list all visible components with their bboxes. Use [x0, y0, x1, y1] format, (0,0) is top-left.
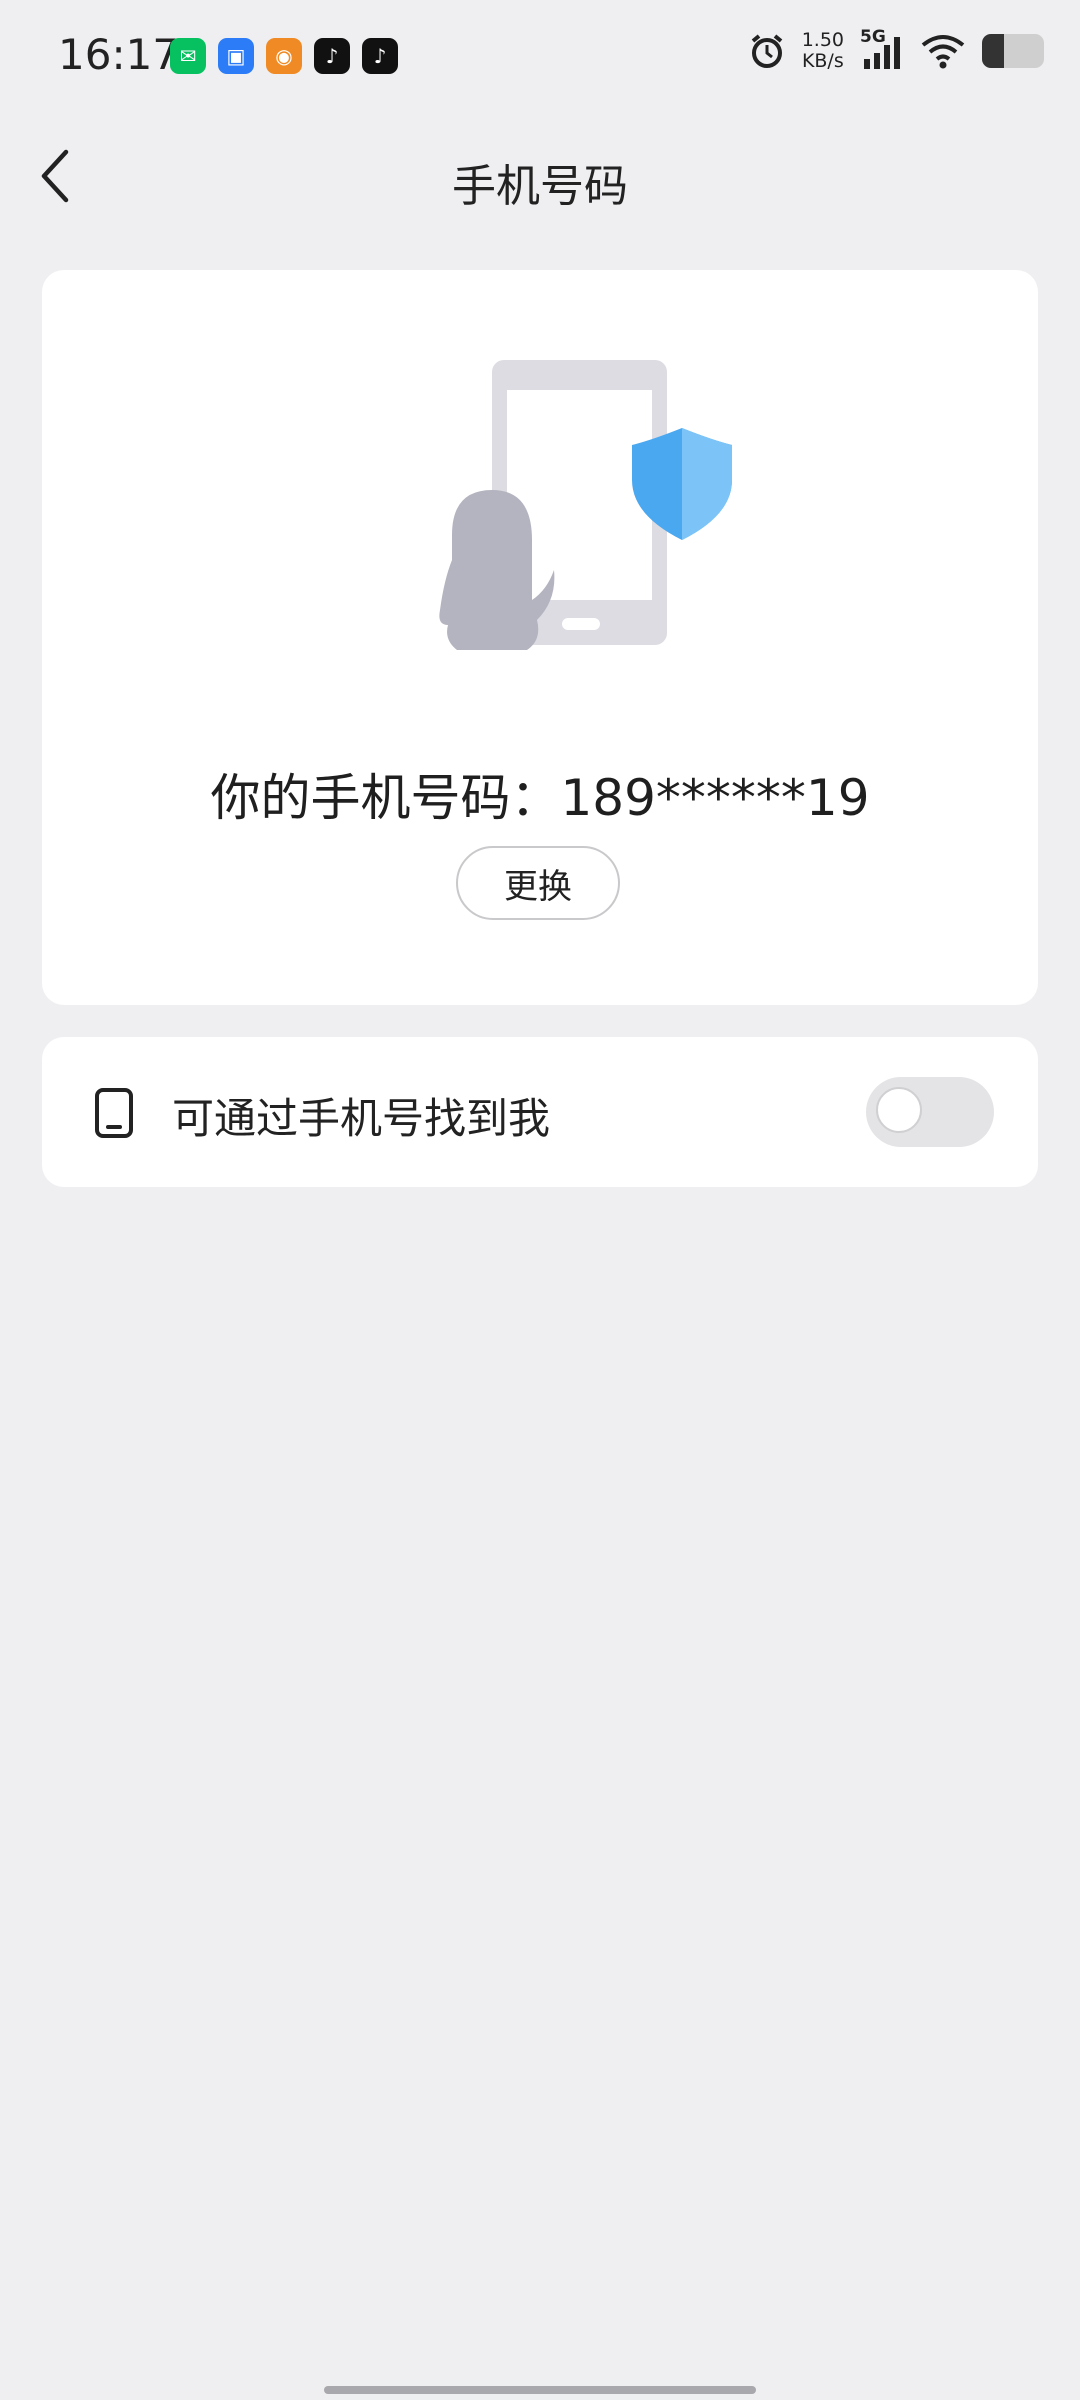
battery-icon [982, 34, 1044, 68]
battery-level [982, 34, 1004, 68]
wifi-icon [921, 35, 965, 69]
message-app-icon: ▣ [218, 38, 254, 74]
change-phone-button[interactable]: 更换 [456, 846, 620, 920]
network-speed: 1.50 KB/s [802, 30, 844, 72]
find-me-setting-label: 可通过手机号找到我 [172, 1094, 551, 1143]
network-speed-unit: KB/s [801, 50, 844, 72]
network-speed-value: 1.50 [801, 29, 844, 51]
phone-number-text: 你的手机号码：189******19 [210, 769, 870, 827]
notification-app-icons: ✉ ▣ ◉ ♪ ♪ [170, 38, 398, 74]
game-app-icon: ◉ [266, 38, 302, 74]
phone-security-illustration [439, 360, 732, 650]
status-bar: 16:17 ✉ ▣ ◉ ♪ ♪ 1.50 KB/s 5G [0, 0, 1080, 110]
find-me-setting-row[interactable]: 可通过手机号找到我 [42, 1037, 1038, 1187]
toggle-knob [876, 1087, 922, 1133]
alarm-icon [751, 34, 782, 68]
system-icons: 1.50 KB/s 5G [748, 27, 1044, 72]
page-title: 手机号码 [452, 161, 628, 212]
signal-icon: 5G [860, 27, 904, 71]
home-indicator[interactable] [324, 2386, 756, 2394]
phone-number-card: 你的手机号码：189******19 更换 [42, 270, 1038, 1005]
wechat-icon: ✉ [170, 38, 206, 74]
status-time: 16:17 [58, 30, 180, 79]
signal-bars-icon [864, 37, 900, 69]
mobile-phone-icon [95, 1088, 133, 1138]
tiktok-icon: ♪ [314, 38, 350, 74]
tiktok-icon: ♪ [362, 38, 398, 74]
find-me-toggle[interactable] [866, 1077, 994, 1147]
